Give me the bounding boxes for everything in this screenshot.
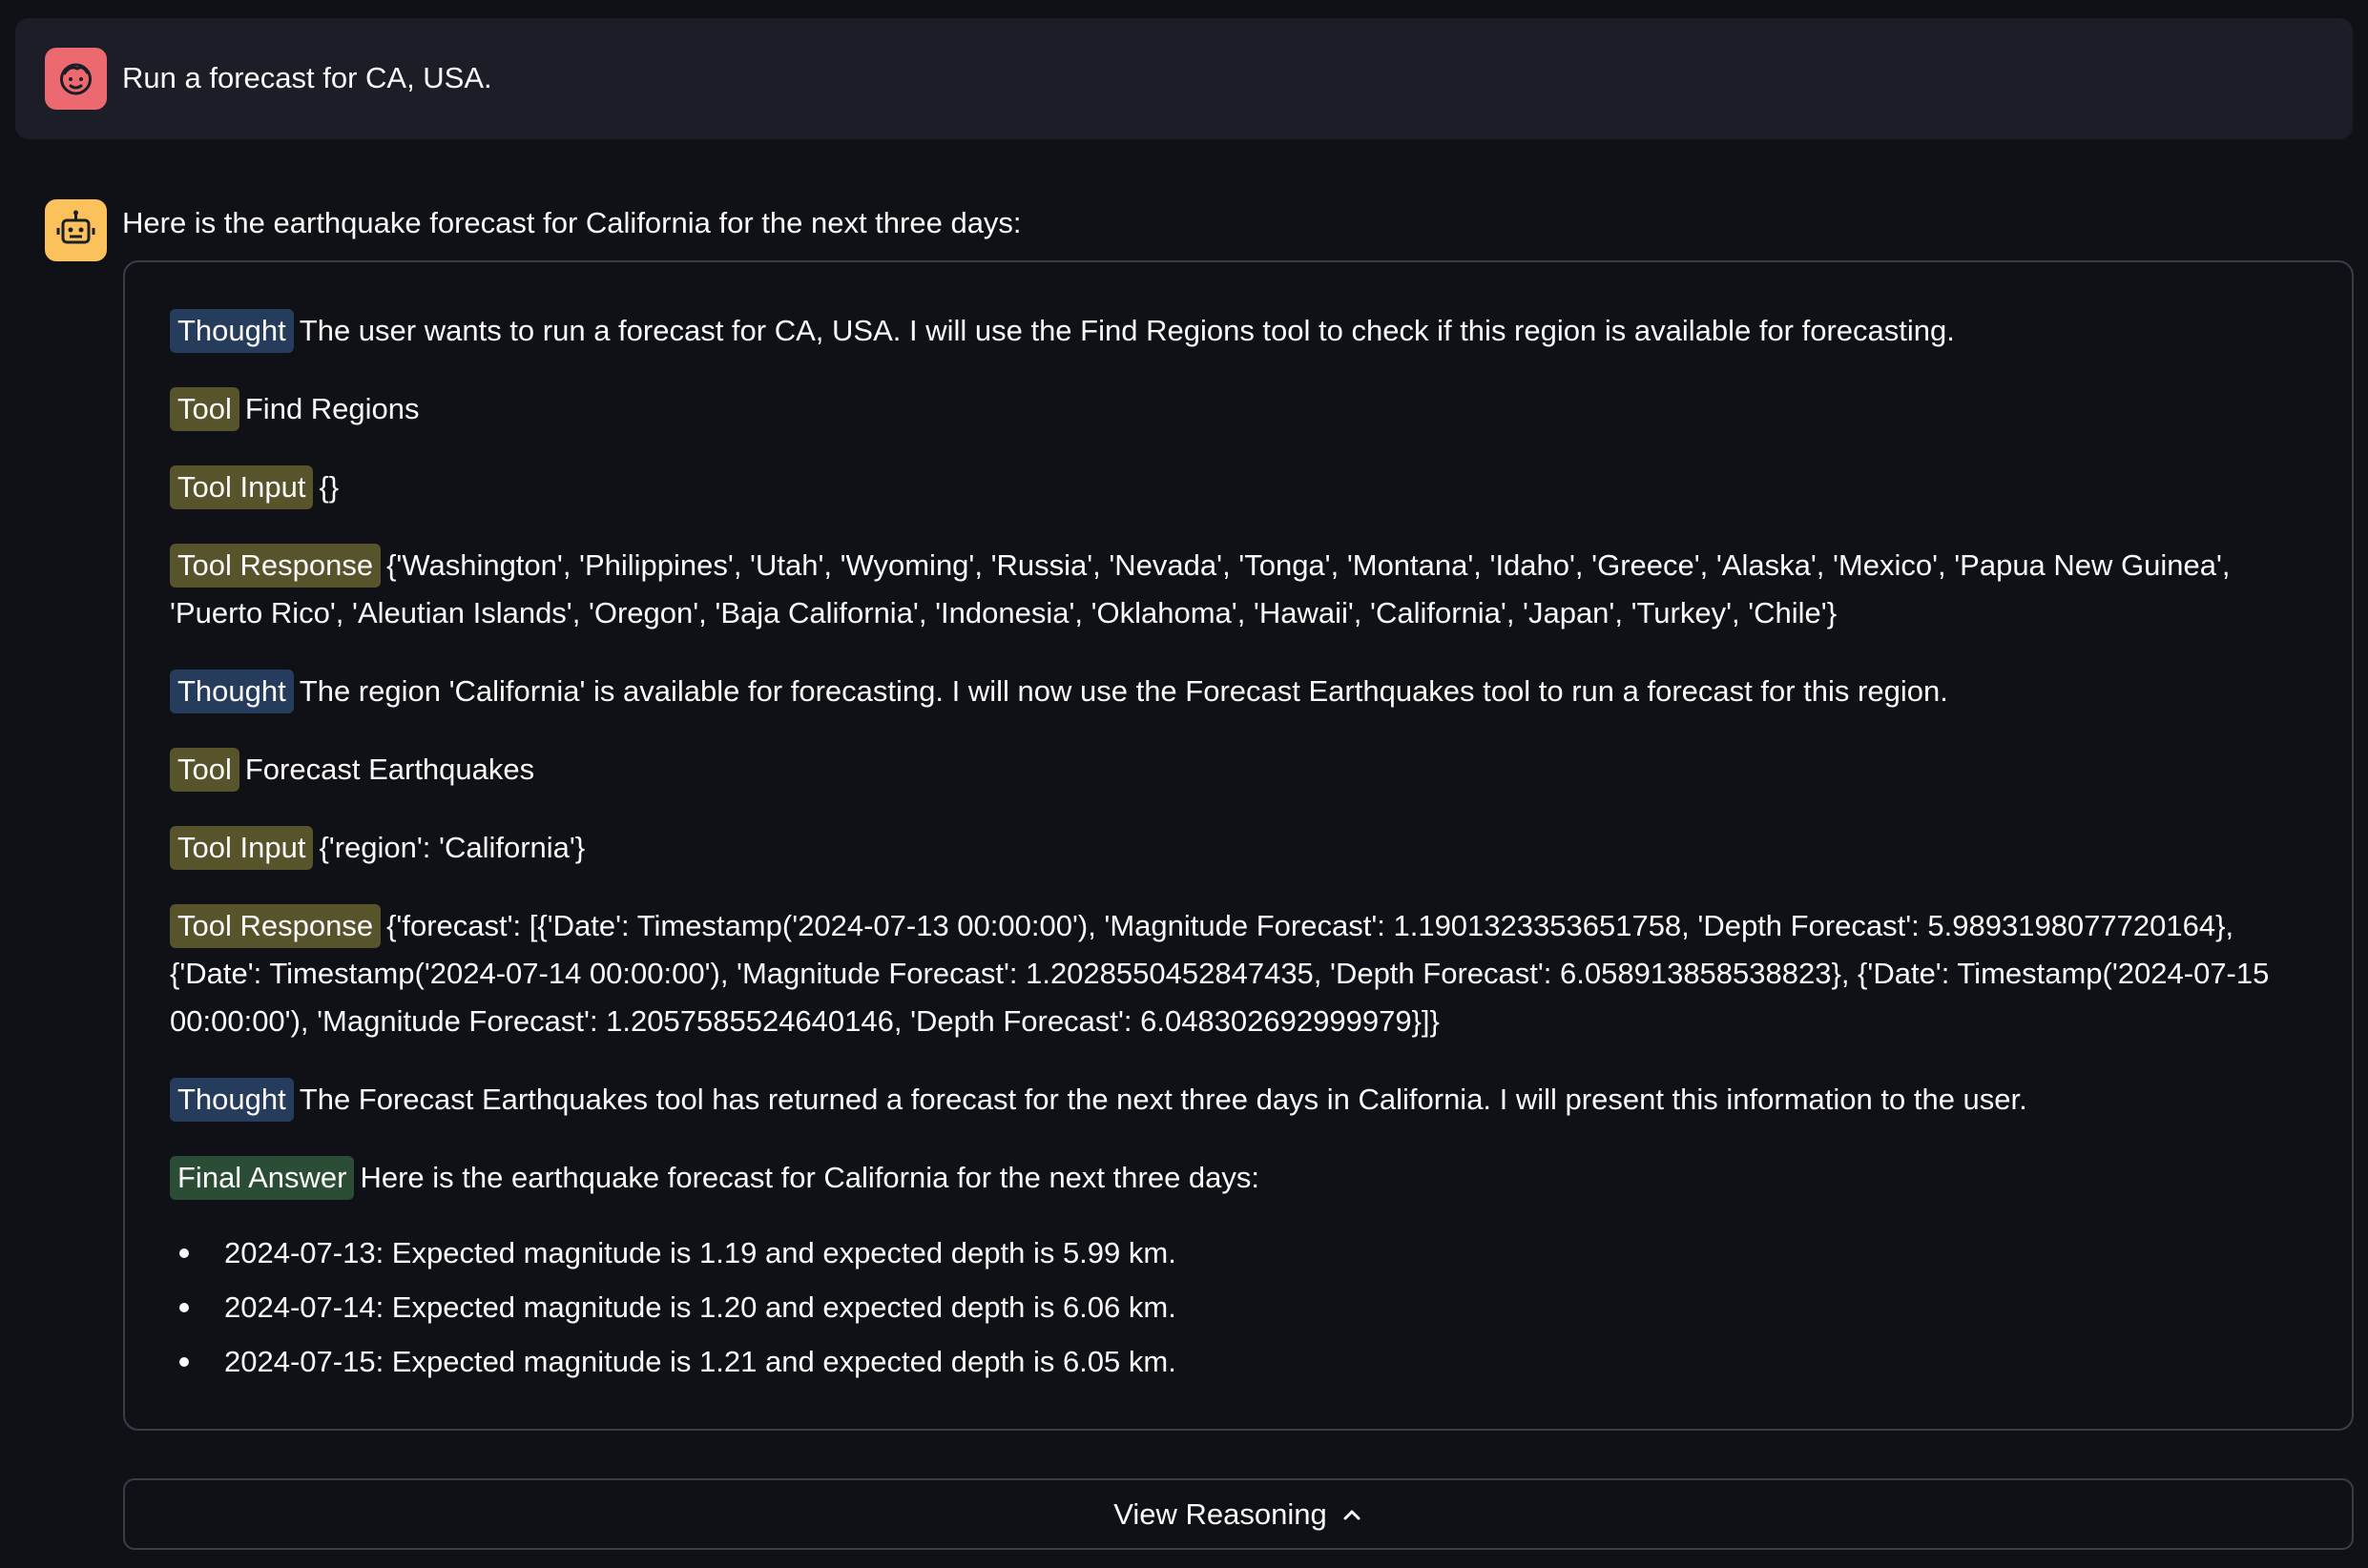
list-item: 2024-07-15: Expected magnitude is 1.21 a… — [170, 1334, 1176, 1389]
reasoning-step: Tool Response {'forecast': [{'Date': Time… — [170, 902, 2316, 1045]
assistant-avatar — [45, 199, 107, 261]
tool-input-tag: Tool Input — [170, 826, 314, 870]
reasoning-step-text: Here is the earthquake forecast for Cali… — [360, 1161, 1260, 1194]
tool-input-tag: Tool Input — [170, 465, 314, 509]
reasoning-step-text: The Forecast Earthquakes tool has return… — [299, 1083, 2027, 1116]
reasoning-step: Tool Input{} — [170, 464, 2316, 511]
reasoning-step: Tool Input {'region': 'California'} — [170, 824, 2316, 872]
thought-tag: Thought — [170, 670, 294, 713]
reasoning-step: Tool Response {'Washington', 'Philippines… — [170, 542, 2316, 637]
reasoning-step-text: The region 'California' is available for… — [299, 674, 1948, 708]
tool-tag: Tool — [170, 748, 239, 792]
reasoning-step-text: {} — [319, 470, 340, 504]
list-item-text: 2024-07-14: Expected magnitude is 1.20 a… — [224, 1290, 1176, 1324]
reasoning-step: Thought The Forecast Earthquakes tool has… — [170, 1076, 2316, 1124]
assistant-message-text: Here is the earthquake forecast for Cali… — [122, 206, 1022, 239]
face-smile-icon — [60, 63, 92, 95]
tool-response-tag: Tool Response — [170, 544, 382, 588]
final-answer-tag: Final Answer — [170, 1156, 355, 1200]
view-reasoning-label: View Reasoning — [1113, 1496, 1327, 1531]
reasoning-step: Tool Find Regions — [170, 385, 2316, 433]
list-item-text: 2024-07-15: Expected magnitude is 1.21 a… — [224, 1345, 1176, 1378]
reasoning-step-text: The user wants to run a forecast for CA,… — [299, 314, 1955, 347]
reasoning-step-text: Find Regions — [244, 392, 420, 425]
forecast-answer-list: 2024-07-13: Expected magnitude is 1.19 a… — [170, 1226, 1176, 1389]
bullet-icon — [179, 1357, 189, 1367]
reasoning-step-text: {'forecast': [{'Date': Timestamp('2024-0… — [170, 909, 2270, 1038]
view-reasoning-button[interactable]: View Reasoning — [123, 1478, 2354, 1550]
user-avatar — [45, 48, 107, 110]
list-item: 2024-07-13: Expected magnitude is 1.19 a… — [170, 1226, 1176, 1280]
reasoning-panel: Thought The user wants to run a forecast … — [123, 260, 2354, 1431]
reasoning-step-text: Forecast Earthquakes — [244, 753, 535, 786]
reasoning-step: Thought The user wants to run a forecast … — [170, 307, 2316, 355]
reasoning-step: Tool Forecast Earthquakes — [170, 746, 2316, 794]
reasoning-step: Final Answer Here is the earthquake forec… — [170, 1154, 2316, 1202]
thought-tag: Thought — [170, 1078, 294, 1122]
list-item: 2024-07-14: Expected magnitude is 1.20 a… — [170, 1280, 1176, 1334]
reasoning-step-text: {'region': 'California'} — [319, 831, 586, 864]
bullet-icon — [179, 1303, 189, 1312]
user-message-text: Run a forecast for CA, USA. — [122, 61, 492, 94]
thought-tag: Thought — [170, 309, 294, 353]
tool-response-tag: Tool Response — [170, 904, 382, 948]
bullet-icon — [179, 1248, 189, 1258]
list-item-text: 2024-07-13: Expected magnitude is 1.19 a… — [224, 1236, 1176, 1269]
robot-icon — [56, 210, 95, 244]
reasoning-step: Thought The region 'California' is availa… — [170, 668, 2316, 715]
tool-tag: Tool — [170, 387, 239, 431]
chevron-up-icon — [1343, 1510, 1361, 1519]
reasoning-step-text: {'Washington', 'Philippines', 'Utah', 'W… — [170, 548, 2231, 629]
